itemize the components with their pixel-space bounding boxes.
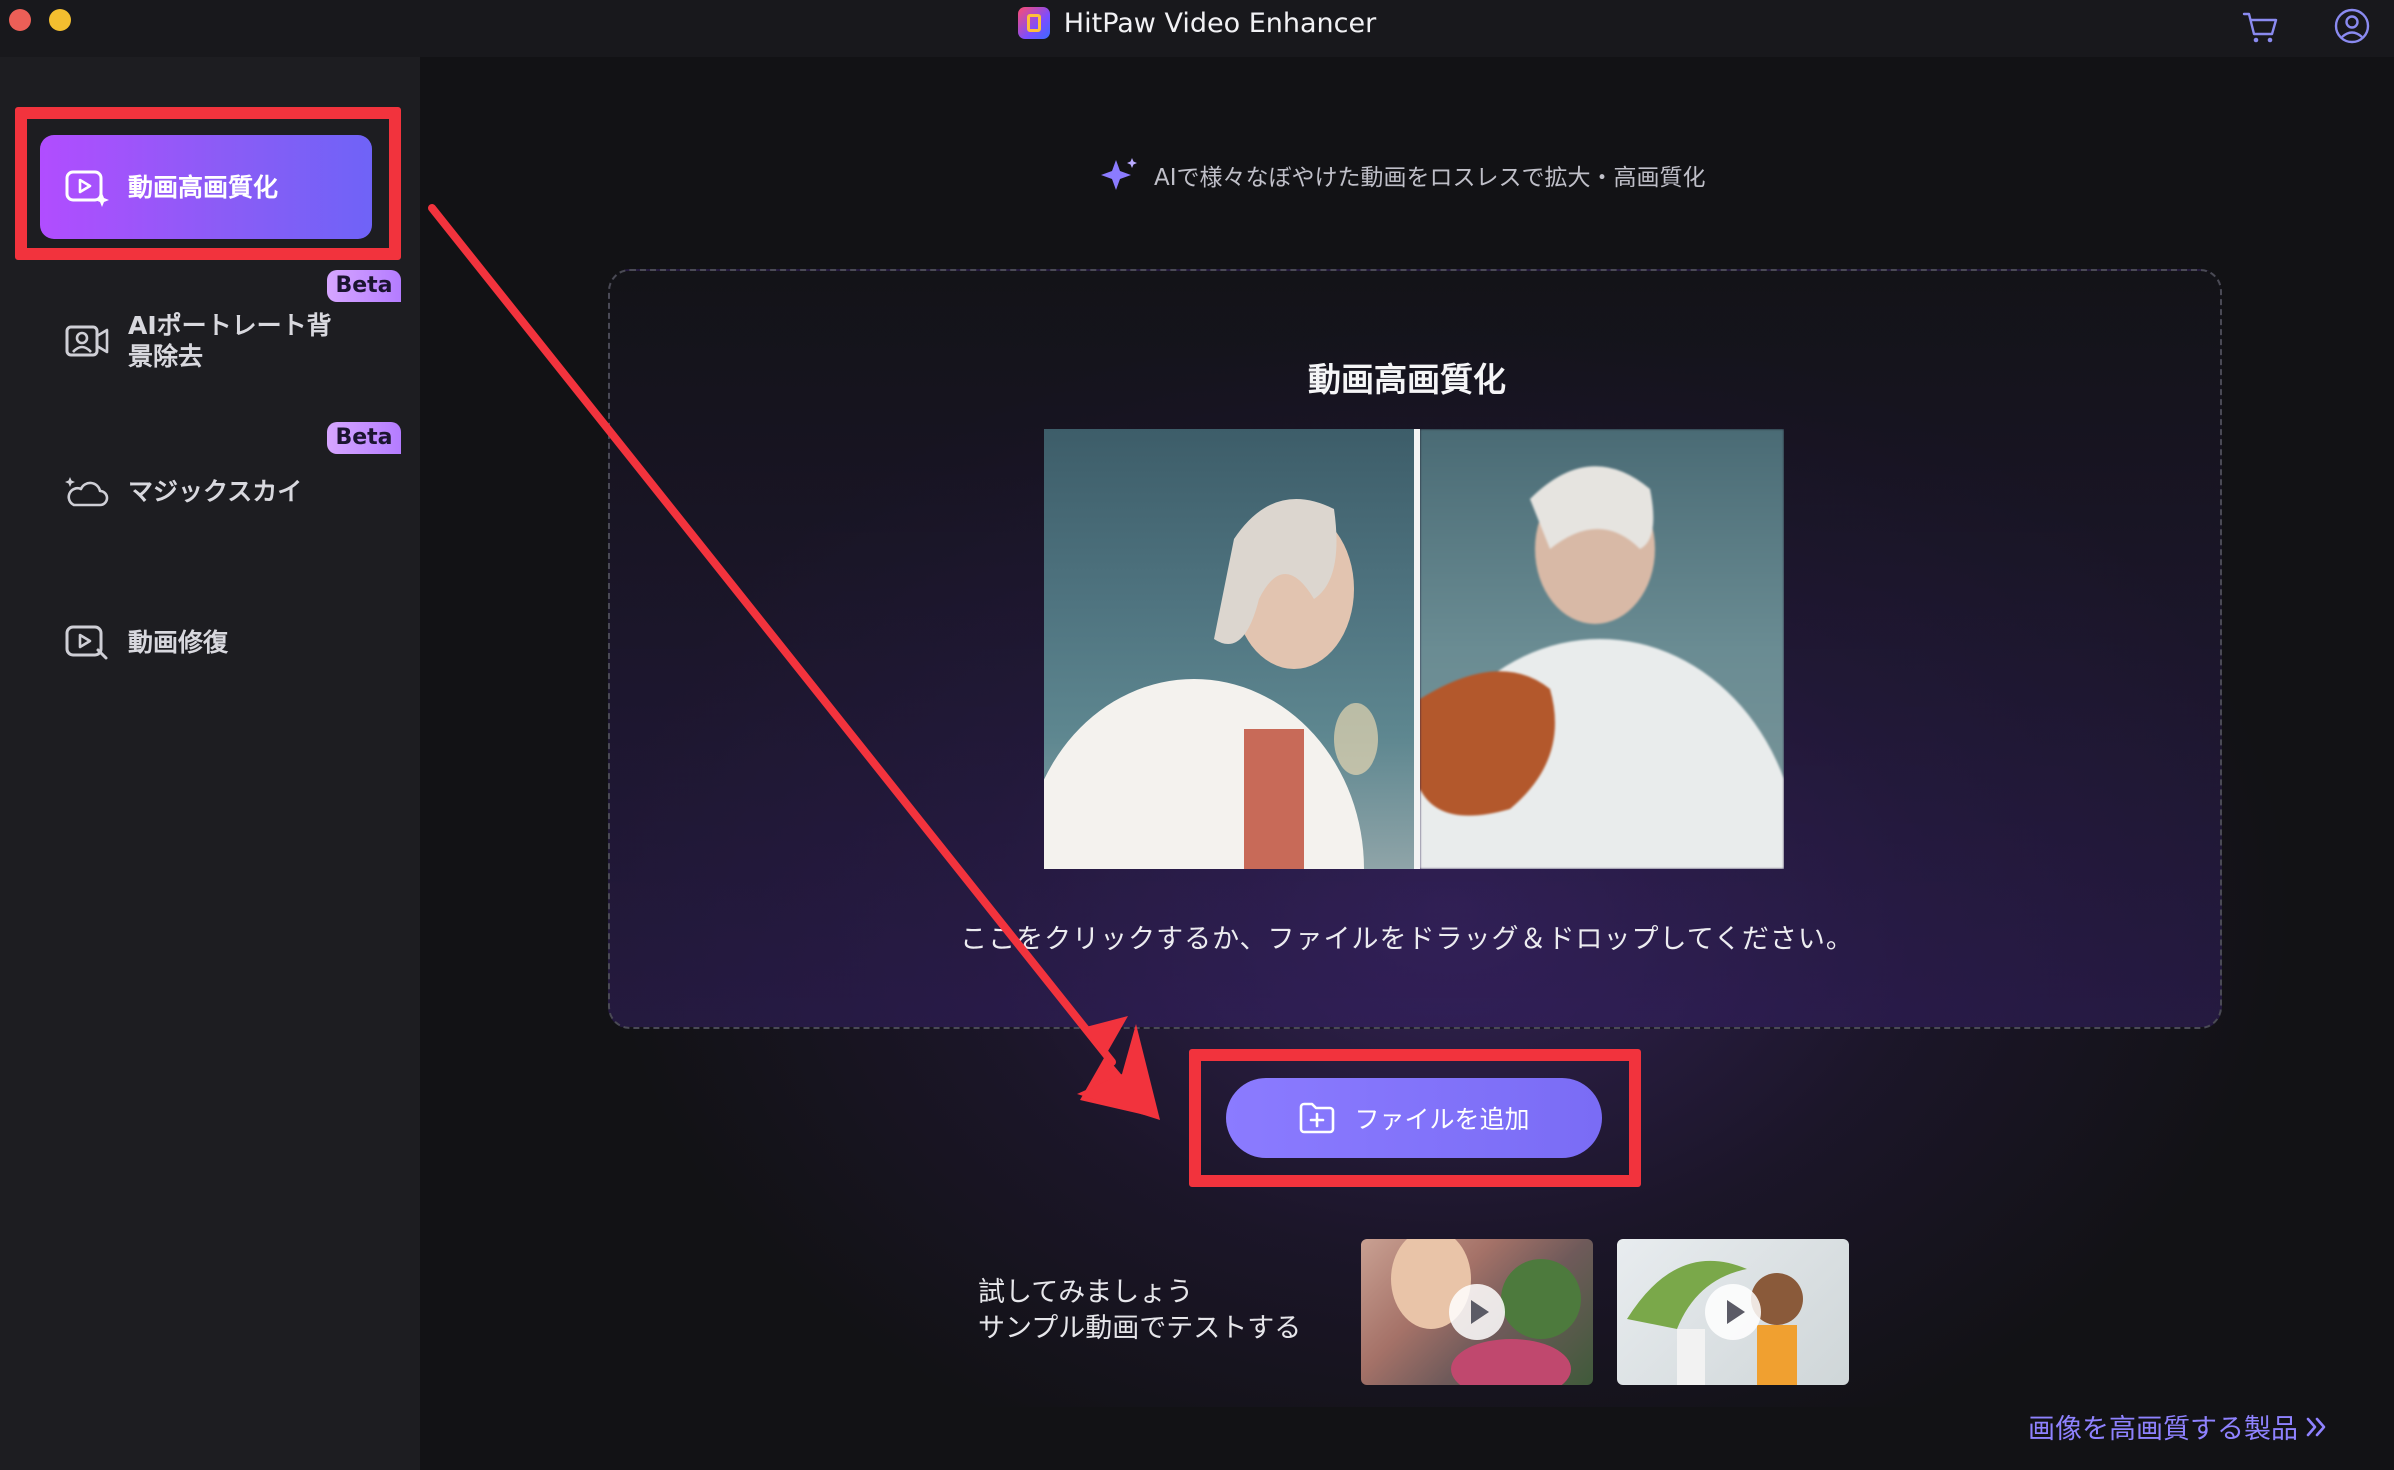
sample-video-1[interactable]: [1361, 1239, 1593, 1385]
double-chevron-right-icon: [2306, 1417, 2326, 1436]
annotation-highlight-box: [15, 107, 401, 260]
add-file-button[interactable]: ファイルを追加: [1226, 1078, 1602, 1158]
user-account-icon[interactable]: [2330, 4, 2374, 48]
sidebar-item-video-repair[interactable]: 動画修復: [40, 592, 370, 692]
portrait-camera-icon: [65, 325, 109, 357]
play-icon: [1705, 1284, 1761, 1340]
app-logo-icon: [1017, 7, 1050, 39]
tagline-text: AIで様々なぼやけた動画をロスレスで拡大・高画質化: [1154, 165, 1706, 191]
sidebar-item-label: AIポートレート背 景除去: [128, 311, 332, 371]
drop-zone-hint: ここをクリックするか、ファイルをドラッグ＆ドロップしてください。: [960, 924, 1854, 955]
original-preview-image: [1400, 429, 1784, 869]
sidebar: 動画高画質化 Beta AIポートレート背 景除去 Beta マジックスカイ 動…: [0, 57, 420, 1470]
try-sample-line: 試してみましょう: [978, 1277, 1194, 1308]
sparkle-icon: [1101, 158, 1137, 190]
cart-icon[interactable]: [2238, 4, 2282, 48]
add-file-button-label: ファイルを追加: [1354, 1105, 1530, 1134]
try-sample-text: 試してみましょう サンプル動画でテストする: [978, 1275, 1301, 1347]
play-icon: [1449, 1284, 1505, 1340]
sky-cloud-icon: [65, 477, 109, 507]
footer-link-text: 画像を高画質する製品: [2028, 1414, 2298, 1445]
compare-divider[interactable]: [1414, 429, 1420, 869]
sidebar-item-magic-sky[interactable]: マジックスカイ: [40, 441, 370, 541]
sidebar-item-label: マジックスカイ: [128, 476, 303, 506]
tagline: AIで様々なぼやけた動画をロスレスで拡大・高画質化: [420, 154, 2394, 196]
sidebar-item-label: 動画修復: [128, 627, 229, 657]
main-panel: AIで様々なぼやけた動画をロスレスで拡大・高画質化 動画高画質化 ここをクリック…: [420, 57, 2394, 1470]
app-title: HitPaw Video Enhancer: [1063, 7, 1377, 39]
folder-add-icon: [1300, 1102, 1335, 1134]
enhanced-preview-image: [1044, 429, 1416, 869]
app-title-group: HitPaw Video Enhancer: [0, 0, 2394, 46]
before-after-preview: [1044, 429, 1784, 869]
sample-video-2[interactable]: [1617, 1239, 1849, 1385]
try-sample-line: サンプル動画でテストする: [978, 1313, 1302, 1344]
video-repair-icon: [65, 625, 108, 660]
image-enhancer-link[interactable]: 画像を高画質する製品: [2028, 1407, 2330, 1446]
title-bar: HitPaw Video Enhancer: [0, 0, 2394, 57]
sidebar-item-portrait-bg-removal[interactable]: AIポートレート背 景除去: [40, 291, 370, 391]
drop-zone-title: 動画高画質化: [1308, 360, 1506, 399]
